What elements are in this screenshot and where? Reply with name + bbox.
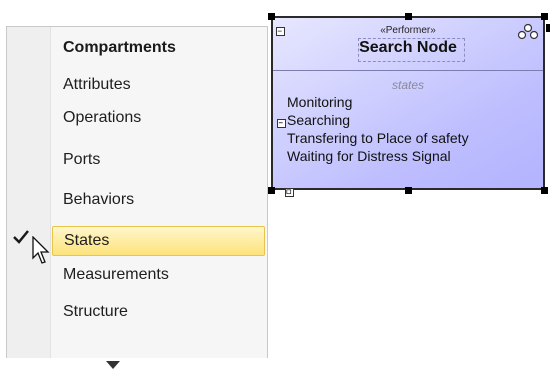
compartment-menu-icon[interactable] bbox=[276, 27, 285, 36]
collapse-compartment-icon[interactable] bbox=[277, 119, 286, 128]
menu-item-label: Operations bbox=[63, 109, 142, 126]
mouse-cursor-icon bbox=[32, 236, 50, 264]
checkmark-icon bbox=[13, 230, 29, 244]
performer-icon bbox=[517, 23, 539, 40]
node-edge-marker bbox=[546, 24, 550, 32]
smart-manipulator-icon[interactable] bbox=[285, 188, 294, 197]
state-item: Searching bbox=[287, 112, 351, 128]
menu-item-operations[interactable]: Operations bbox=[52, 103, 265, 133]
menu-item-attributes[interactable]: Attributes bbox=[52, 70, 265, 100]
resize-handle-bottom-left[interactable] bbox=[268, 187, 275, 194]
resize-handle-bottom[interactable] bbox=[405, 187, 412, 194]
state-item: Transfering to Place of safety bbox=[287, 130, 469, 146]
state-item: Monitoring bbox=[287, 94, 353, 110]
menu-item-label: Attributes bbox=[63, 76, 131, 93]
node-name[interactable]: Search Node bbox=[273, 39, 543, 57]
menu-item-behaviors[interactable]: Behaviors bbox=[52, 185, 265, 215]
menu-item-measurements[interactable]: Measurements bbox=[52, 260, 265, 290]
menu-item-label: Ports bbox=[63, 151, 101, 168]
node-header: «Performer» Search Node bbox=[273, 18, 543, 71]
menu-item-structure[interactable]: Structure bbox=[52, 297, 265, 327]
menu-item-label: States bbox=[64, 232, 110, 249]
menu-item-label: Measurements bbox=[63, 266, 169, 283]
performer-node[interactable]: «Performer» Search Node states Monitorin… bbox=[271, 16, 545, 190]
menu-item-label: Behaviors bbox=[63, 191, 135, 208]
menu-item-label: Structure bbox=[63, 303, 128, 320]
resize-handle-top-right[interactable] bbox=[541, 13, 548, 20]
compartments-menu: Compartments Attributes Operations Ports… bbox=[6, 26, 268, 369]
menu-header: Compartments bbox=[63, 39, 176, 56]
resize-handle-top[interactable] bbox=[405, 13, 412, 20]
stereotype-label: «Performer» bbox=[380, 25, 436, 36]
menu-icon-gutter bbox=[7, 27, 51, 358]
resize-handle-top-left[interactable] bbox=[268, 13, 275, 20]
scroll-down-arrow-icon[interactable] bbox=[105, 360, 121, 370]
menu-item-states[interactable]: States bbox=[52, 226, 265, 256]
state-item: Waiting for Distress Signal bbox=[287, 148, 451, 164]
resize-handle-bottom-right[interactable] bbox=[541, 187, 548, 194]
menu-item-ports[interactable]: Ports bbox=[52, 145, 265, 175]
states-compartment-title: states bbox=[391, 78, 424, 92]
